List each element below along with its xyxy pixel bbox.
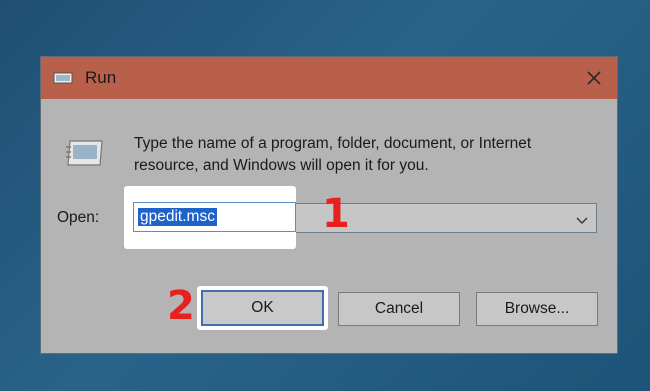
chevron-down-icon[interactable] bbox=[576, 213, 588, 224]
step-2-annotation: 2 bbox=[167, 283, 195, 329]
open-label: Open: bbox=[57, 209, 100, 226]
title-bar[interactable]: Run bbox=[41, 57, 617, 99]
browse-button[interactable]: Browse... bbox=[476, 292, 598, 326]
run-app-icon bbox=[53, 71, 73, 85]
input-selected-text: gpedit.msc bbox=[138, 208, 217, 226]
window-title: Run bbox=[85, 68, 117, 87]
dialog-description: Type the name of a program, folder, docu… bbox=[134, 135, 532, 174]
ok-button[interactable]: OK bbox=[201, 290, 324, 326]
close-icon[interactable] bbox=[581, 65, 607, 91]
cancel-button[interactable]: Cancel bbox=[338, 292, 460, 326]
run-program-icon bbox=[64, 135, 108, 171]
step-1-annotation: 1 bbox=[322, 191, 350, 237]
open-input[interactable]: gpedit.msc bbox=[133, 202, 296, 232]
